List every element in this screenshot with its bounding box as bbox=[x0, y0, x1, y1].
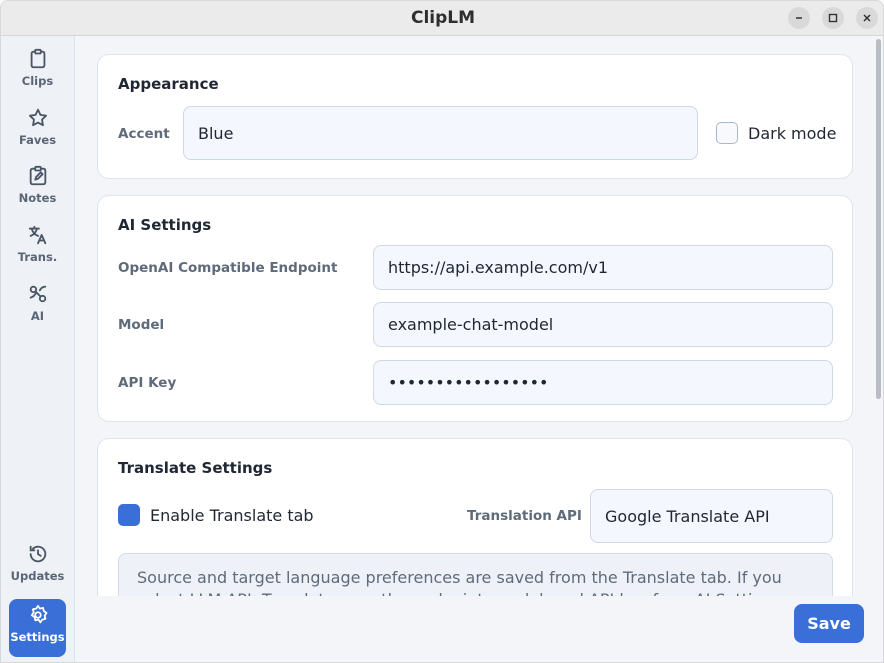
appearance-card: Appearance Accent Blue Dark mode bbox=[97, 54, 853, 179]
api-key-label: API Key bbox=[118, 375, 177, 391]
minimize-icon bbox=[796, 17, 802, 19]
model-field[interactable]: example-chat-model bbox=[373, 302, 833, 347]
accent-select[interactable]: Blue bbox=[183, 106, 698, 160]
sidebar-item-label: Settings bbox=[10, 630, 65, 644]
clipboard-icon bbox=[30, 48, 45, 69]
translation-api-label: Translation API bbox=[467, 508, 582, 524]
enable-translate-label: Enable Translate tab bbox=[150, 506, 314, 525]
ai-icon bbox=[29, 285, 46, 303]
star-icon bbox=[28, 108, 47, 127]
sidebar-item-settings[interactable]: Settings bbox=[9, 599, 66, 657]
translate-settings-card: Translate Settings Enable Translate tab … bbox=[97, 438, 853, 596]
translate-icon bbox=[28, 225, 46, 245]
accent-label: Accent bbox=[118, 126, 170, 142]
gear-icon bbox=[30, 604, 47, 624]
sidebar-item-clips[interactable]: Clips bbox=[9, 43, 66, 99]
translate-settings-title: Translate Settings bbox=[118, 459, 273, 477]
sidebar-item-trans[interactable]: Trans. bbox=[9, 219, 66, 275]
sidebar-item-label: Updates bbox=[10, 569, 65, 583]
endpoint-label: OpenAI Compatible Endpoint bbox=[118, 260, 338, 276]
endpoint-field[interactable]: https://api.example.com/v1 bbox=[373, 245, 833, 290]
title-bar: ClipLM bbox=[1, 1, 883, 36]
maximize-icon bbox=[828, 13, 838, 23]
history-icon bbox=[29, 545, 46, 563]
minimize-button[interactable] bbox=[788, 7, 810, 29]
translate-info-note: Source and target language preferences a… bbox=[118, 553, 833, 596]
scrollbar[interactable] bbox=[876, 39, 881, 399]
enable-translate-checkbox[interactable] bbox=[118, 504, 140, 526]
sidebar: Clips Faves Notes Trans. AI Updates Sett… bbox=[1, 36, 75, 662]
translation-api-select[interactable]: Google Translate API bbox=[590, 489, 833, 543]
save-button[interactable]: Save bbox=[794, 604, 864, 643]
settings-content[interactable]: Appearance Accent Blue Dark mode AI Sett… bbox=[76, 36, 873, 596]
api-key-field[interactable]: ••••••••••••••••• bbox=[373, 360, 833, 405]
note-edit-icon bbox=[29, 165, 46, 186]
ai-settings-card: AI Settings OpenAI Compatible Endpoint h… bbox=[97, 195, 853, 422]
dark-mode-label: Dark mode bbox=[748, 124, 837, 143]
sidebar-item-label: Notes bbox=[18, 191, 57, 205]
close-button[interactable] bbox=[856, 7, 878, 29]
sidebar-item-label: Faves bbox=[18, 133, 57, 147]
footer-bar: Save bbox=[76, 596, 883, 662]
sidebar-item-label: AI bbox=[30, 309, 45, 323]
dark-mode-checkbox[interactable] bbox=[716, 122, 738, 144]
model-label: Model bbox=[118, 317, 165, 333]
appearance-title: Appearance bbox=[118, 75, 219, 93]
window-title: ClipLM bbox=[410, 8, 476, 28]
sidebar-item-faves[interactable]: Faves bbox=[9, 102, 66, 158]
sidebar-item-label: Trans. bbox=[17, 250, 58, 264]
sidebar-item-ai[interactable]: AI bbox=[9, 278, 66, 334]
ai-settings-title: AI Settings bbox=[118, 216, 212, 234]
sidebar-item-label: Clips bbox=[21, 74, 54, 88]
sidebar-item-notes[interactable]: Notes bbox=[9, 160, 66, 216]
close-icon bbox=[863, 14, 871, 22]
app-window: ClipLM Clips Faves Notes Trans. AI Updat… bbox=[0, 0, 884, 663]
maximize-button[interactable] bbox=[822, 7, 844, 29]
sidebar-item-updates[interactable]: Updates bbox=[9, 538, 66, 594]
